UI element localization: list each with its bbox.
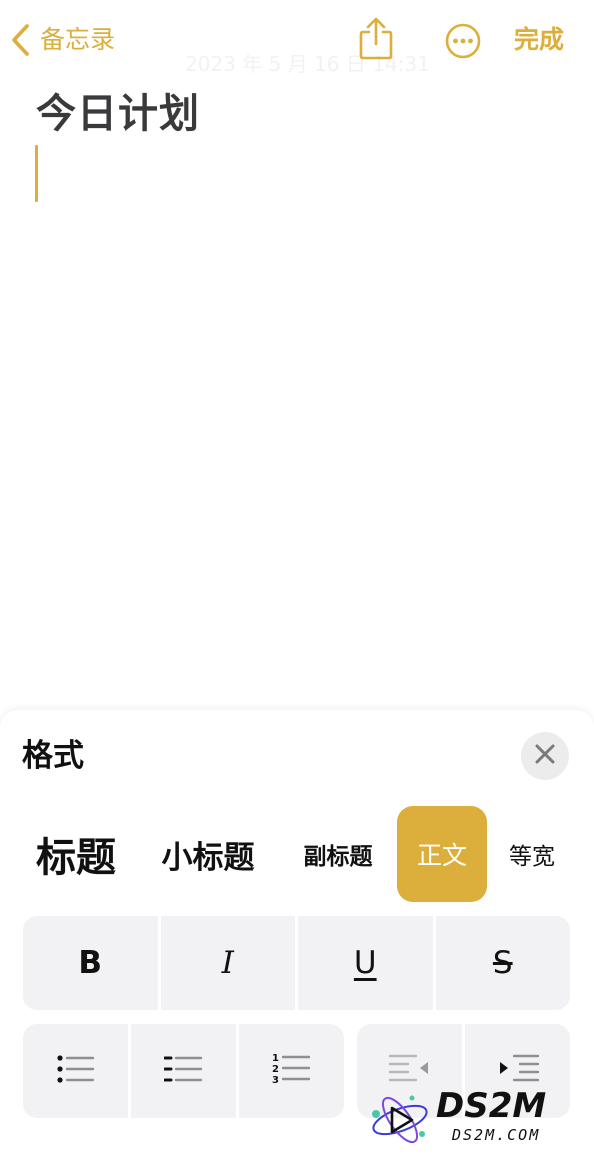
paragraph-style-row: 标题 小标题 副标题 正文 等宽: [0, 806, 594, 902]
style-subtitle[interactable]: 副标题: [296, 806, 380, 902]
bullet-list-button[interactable]: [23, 1024, 128, 1118]
notes-editor-screen: 备忘录 2023 年 5 月 16 日 14:31 完成 今日计划 格式 标题 …: [0, 0, 594, 1156]
close-format-button[interactable]: [521, 732, 569, 780]
style-subheading[interactable]: 小标题: [152, 806, 264, 902]
share-button[interactable]: [356, 16, 396, 62]
style-body-selected[interactable]: 正文: [397, 806, 487, 902]
numbered-list-icon: 1 2 3: [272, 1052, 312, 1090]
back-button[interactable]: 备忘录: [10, 22, 115, 58]
bullet-list-icon: [56, 1053, 96, 1089]
watermark: DS2M DS2M.COM: [368, 1086, 588, 1152]
done-button[interactable]: 完成: [514, 22, 564, 58]
indent-icon: [496, 1053, 540, 1089]
underline-button[interactable]: U: [298, 916, 433, 1010]
ellipsis-circle-icon: [444, 23, 482, 64]
italic-button[interactable]: I: [160, 916, 295, 1010]
svg-text:3: 3: [272, 1075, 279, 1086]
note-title[interactable]: 今日计划: [36, 86, 200, 142]
style-heading[interactable]: 标题: [28, 806, 124, 902]
watermark-site: DS2M.COM: [452, 1126, 541, 1144]
close-icon: [534, 743, 556, 769]
bold-button[interactable]: B: [23, 916, 158, 1010]
ds2m-logo-icon: [368, 1090, 432, 1148]
dash-list-button[interactable]: [131, 1024, 236, 1118]
text-style-buttons: B I U S: [23, 916, 570, 1010]
format-panel-title: 格式: [22, 738, 84, 774]
back-button-label: 备忘录: [40, 25, 116, 54]
text-cursor: [35, 145, 38, 202]
chevron-left-icon: [10, 23, 32, 57]
share-icon: [356, 17, 396, 66]
style-monospaced[interactable]: 等宽: [500, 806, 564, 902]
watermark-brand: DS2M: [436, 1086, 547, 1126]
strikethrough-button[interactable]: S: [435, 916, 570, 1010]
outdent-icon: [388, 1053, 432, 1089]
list-style-buttons: 1 2 3: [23, 1024, 344, 1118]
dash-list-icon: [163, 1053, 204, 1089]
svg-text:2: 2: [272, 1064, 279, 1075]
more-button[interactable]: [444, 22, 482, 60]
svg-text:1: 1: [272, 1053, 279, 1064]
numbered-list-button[interactable]: 1 2 3: [239, 1024, 344, 1118]
